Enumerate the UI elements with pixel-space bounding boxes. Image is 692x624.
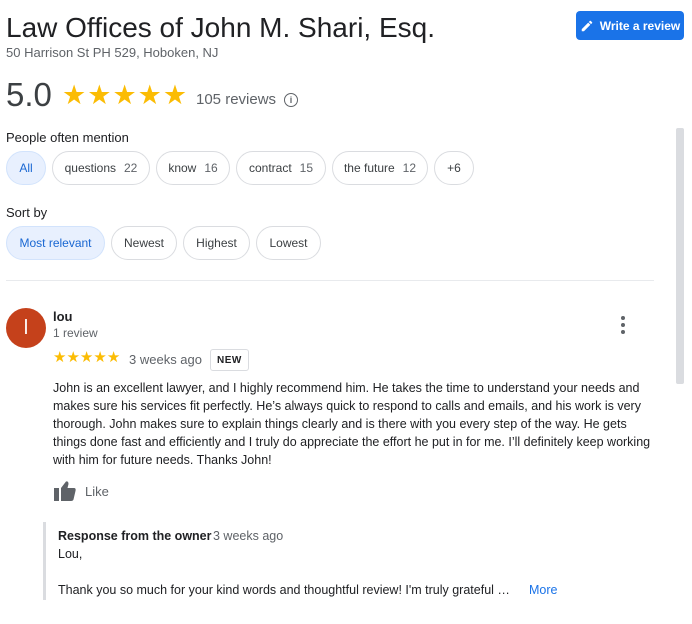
- star-icon: ★: [87, 80, 112, 110]
- avatar[interactable]: l: [6, 308, 46, 348]
- mention-chip-all[interactable]: All: [6, 151, 46, 185]
- mention-chip-questions[interactable]: questions 22: [52, 151, 150, 185]
- chip-count: 12: [402, 161, 417, 175]
- star-icon: ★: [112, 80, 137, 110]
- chip-label: +6: [447, 161, 461, 175]
- sort-newest[interactable]: Newest: [111, 226, 177, 260]
- pencil-icon: [581, 20, 593, 31]
- like-button[interactable]: Like: [53, 480, 109, 502]
- chip-count: 22: [124, 161, 138, 175]
- sort-option-label: Most relevant: [19, 236, 92, 250]
- divider: [6, 280, 654, 281]
- sort-most-relevant[interactable]: Most relevant: [6, 226, 105, 260]
- star-icon: ★: [162, 80, 188, 110]
- owner-response-more-link[interactable]: More: [529, 583, 557, 597]
- chip-count: 16: [204, 161, 218, 175]
- like-label: Like: [85, 483, 109, 499]
- review-time: 3 weeks ago: [129, 352, 202, 367]
- chip-label: All: [19, 161, 33, 175]
- owner-response-text: Thank you so much for your kind words an…: [58, 583, 510, 597]
- sort-option-label: Lowest: [269, 236, 308, 250]
- mentions-label: People often mention: [6, 130, 129, 145]
- write-review-label: Write a review: [599, 18, 681, 33]
- mention-chip-contract[interactable]: contract 15: [236, 151, 326, 185]
- star-icon: ★: [106, 349, 121, 366]
- review-stars: ★ ★ ★ ★ ★: [53, 350, 120, 366]
- average-rating: 5.0: [6, 76, 52, 113]
- sort-option-label: Newest: [123, 236, 164, 250]
- chip-label: questions: [64, 161, 116, 175]
- sort-option-label: Highest: [196, 236, 237, 250]
- scrollbar[interactable]: [676, 128, 684, 384]
- star-icon: ★: [62, 80, 87, 110]
- avatar-letter: l: [23, 316, 29, 339]
- review-count: 105 reviews: [196, 91, 277, 108]
- chip-label: the future: [343, 161, 395, 175]
- business-title: Law Offices of John M. Shari, Esq.: [6, 12, 436, 43]
- chip-label: contract: [248, 161, 292, 175]
- more-options-icon[interactable]: [614, 315, 632, 335]
- mention-chip-the-future[interactable]: the future 12: [332, 151, 428, 185]
- thumbs-up-icon: [54, 481, 76, 501]
- owner-response-time: 3 weeks ago: [213, 529, 284, 543]
- mention-chip-more[interactable]: +6: [434, 151, 474, 185]
- owner-response-title: Response from the owner: [58, 529, 212, 543]
- star-icon: ★: [79, 349, 94, 366]
- review-text: John is an excellent lawyer, and I highl…: [53, 381, 651, 467]
- owner-response-bar: [43, 522, 46, 600]
- reviewer-name[interactable]: lou: [53, 309, 73, 324]
- chip-count: 15: [299, 161, 314, 175]
- mention-chip-know[interactable]: know 16: [156, 151, 230, 185]
- star-icon: ★: [53, 349, 67, 366]
- chip-label: know: [168, 161, 197, 175]
- reviewer-review-count: 1 review: [53, 326, 98, 340]
- star-icon: ★: [93, 349, 107, 366]
- sort-label: Sort by: [6, 205, 48, 220]
- business-address: 50 Harrison St PH 529, Hoboken, NJ: [6, 45, 219, 60]
- star-icon: ★: [66, 349, 80, 366]
- new-badge: NEW: [210, 349, 249, 371]
- star-icon: ★: [137, 80, 162, 110]
- owner-response-greeting: Lou,: [58, 547, 83, 561]
- info-icon[interactable]: i: [284, 93, 298, 107]
- sort-lowest[interactable]: Lowest: [256, 226, 321, 260]
- sort-highest[interactable]: Highest: [183, 226, 250, 260]
- write-review-button[interactable]: Write a review: [576, 11, 684, 40]
- rating-stars: ★ ★ ★ ★ ★: [62, 80, 187, 110]
